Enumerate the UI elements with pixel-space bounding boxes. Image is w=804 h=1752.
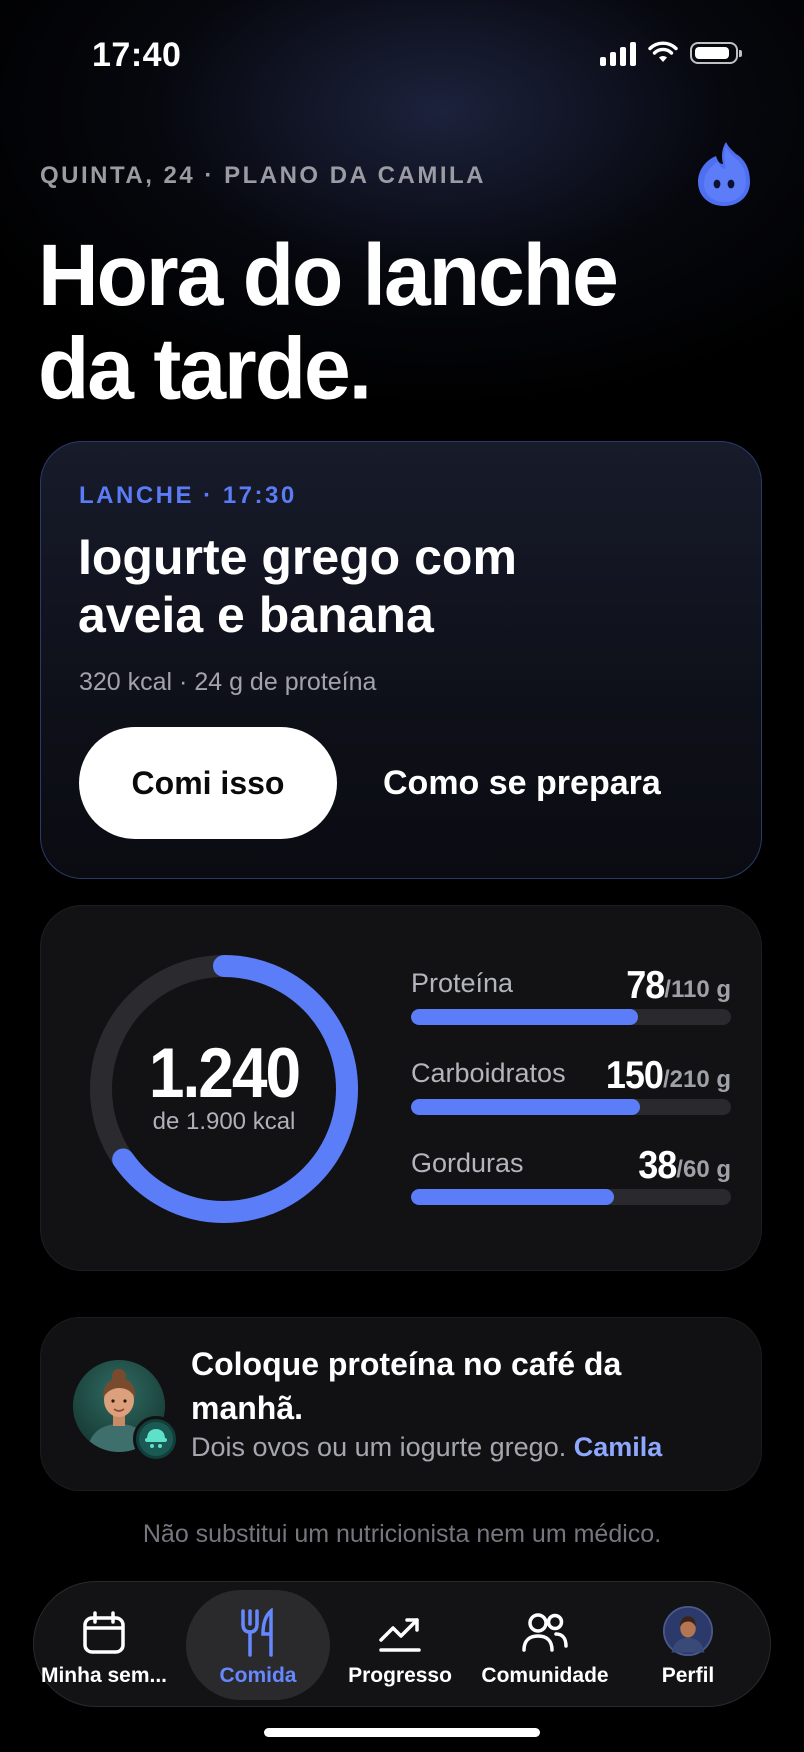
macro-progress-track xyxy=(411,1189,731,1205)
daily-summary-card: 1.240 de 1.900 kcal Proteína 78/110 g Ca… xyxy=(40,905,762,1271)
tab-label: Perfil xyxy=(661,1664,715,1687)
macro-progress-fill xyxy=(411,1189,614,1205)
trend-up-icon xyxy=(375,1608,425,1658)
disclaimer: Não substitui um nutricionista nem um mé… xyxy=(142,1520,662,1548)
profile-avatar xyxy=(663,1606,713,1658)
macro-progress-fill xyxy=(411,1009,638,1025)
macro-value: 38 xyxy=(638,1142,677,1187)
meal-title: Iogurte grego com aveia e banana xyxy=(78,529,517,643)
calories-goal: de 1.900 kcal xyxy=(152,1108,296,1135)
tip-text: Dois ovos ou um iogurte grego. Camila xyxy=(191,1432,662,1463)
tab-food[interactable]: Comida xyxy=(190,1582,326,1708)
wifi-icon xyxy=(648,41,678,62)
macro-progress-fill xyxy=(411,1099,640,1115)
macro-carbs: Carboidratos 150/210 g xyxy=(411,1052,731,1118)
macro-fat: Gorduras 38/60 g xyxy=(411,1142,731,1208)
tab-my-week[interactable]: Minha sem... xyxy=(36,1582,172,1708)
tip-title: Coloque proteína no café da manhã. xyxy=(191,1346,622,1426)
macro-goal: /60 g xyxy=(676,1156,731,1183)
calendar-icon xyxy=(79,1608,129,1658)
status-icons xyxy=(600,40,742,66)
coach-tip-card[interactable]: Coloque proteína no café da manhã. Dois … xyxy=(40,1317,762,1491)
tip-author-link[interactable]: Camila xyxy=(574,1432,663,1462)
fork-knife-icon xyxy=(233,1608,283,1658)
home-indicator[interactable] xyxy=(264,1728,540,1737)
tip-body: Dois ovos ou um iogurte grego. xyxy=(191,1432,567,1462)
page-headline: Hora do lanche da tarde. xyxy=(38,225,619,418)
tab-label: Comunidade xyxy=(481,1664,609,1687)
macro-goal: /110 g xyxy=(664,976,731,1003)
macro-progress-track xyxy=(411,1099,731,1115)
meal-tag: LANCHE · 17:30 xyxy=(79,482,297,509)
tab-label: Progresso xyxy=(348,1664,452,1687)
tab-community[interactable]: Comunidade xyxy=(477,1582,613,1708)
status-time: 17:40 xyxy=(92,36,182,74)
blue-flame-mascot-icon[interactable] xyxy=(696,140,752,208)
people-icon xyxy=(520,1608,570,1658)
macro-protein: Proteína 78/110 g xyxy=(411,962,731,1028)
how-to-prepare-button[interactable]: Como se prepara xyxy=(383,727,661,839)
tab-profile[interactable]: Perfil xyxy=(620,1582,756,1708)
meal-nutrition: 320 kcal · 24 g de proteína xyxy=(79,668,377,696)
macro-progress-track xyxy=(411,1009,731,1025)
cellular-signal-icon xyxy=(600,40,636,66)
macro-value: 150 xyxy=(605,1052,664,1097)
macro-label: Proteína xyxy=(411,968,514,998)
macro-value: 78 xyxy=(626,962,665,1007)
macro-label: Gorduras xyxy=(411,1148,524,1178)
tab-progress[interactable]: Progresso xyxy=(332,1582,468,1708)
coach-badge-icon xyxy=(133,1416,179,1462)
next-meal-card: LANCHE · 17:30 Iogurte grego com aveia e… xyxy=(40,441,762,879)
ate-this-button[interactable]: Comi isso xyxy=(79,727,337,839)
macro-goal: /210 g xyxy=(662,1066,731,1093)
battery-icon xyxy=(690,42,742,64)
bottom-tab-bar: Minha sem... Comida Progresso Comunidade… xyxy=(33,1581,771,1707)
macro-label: Carboidratos xyxy=(411,1058,566,1088)
tab-label: Comida xyxy=(219,1664,297,1687)
date-plan-eyebrow: QUINTA, 24 · PLANO DA CAMILA xyxy=(40,162,486,189)
calories-consumed: 1.240 xyxy=(148,1033,301,1113)
tab-label: Minha sem... xyxy=(40,1664,168,1687)
